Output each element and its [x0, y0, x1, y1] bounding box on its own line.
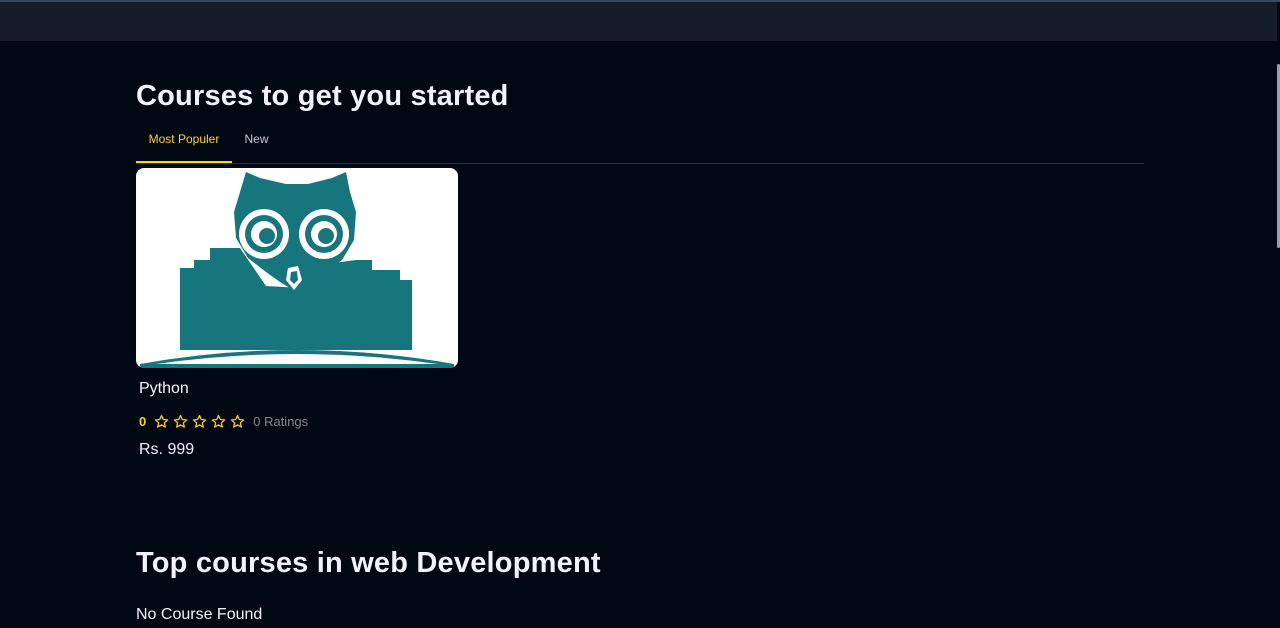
course-card[interactable]: Python 0 0 Ratings Rs. 999 — [136, 168, 459, 458]
tab-new[interactable]: New — [239, 129, 274, 162]
courses-section: Courses to get you started Most Populer … — [136, 80, 1144, 164]
navbar — [0, 2, 1277, 41]
star-outline-icon — [154, 414, 169, 428]
star-outline-icon — [173, 414, 188, 428]
owl-logo-icon — [140, 172, 454, 368]
course-thumbnail[interactable] — [136, 168, 458, 368]
tab-most-popular[interactable]: Most Populer — [136, 129, 232, 163]
star-outline-icon — [192, 414, 207, 428]
empty-state-message: No Course Found — [136, 606, 263, 623]
course-title[interactable]: Python — [139, 380, 189, 398]
star-outline-icon — [230, 414, 245, 428]
tab-bar: Most Populer New — [136, 129, 1144, 164]
star-outline-icon — [211, 414, 226, 428]
rating-row: 0 0 Ratings — [139, 414, 308, 429]
section-heading: Top courses in web Development — [136, 547, 601, 579]
section-heading: Courses to get you started — [136, 80, 509, 112]
course-price: Rs. 999 — [139, 441, 195, 458]
rating-count: 0 Ratings — [253, 414, 309, 429]
web-dev-section: Top courses in web Development — [136, 547, 1144, 580]
star-rating — [154, 414, 245, 429]
rating-value: 0 — [139, 414, 147, 429]
